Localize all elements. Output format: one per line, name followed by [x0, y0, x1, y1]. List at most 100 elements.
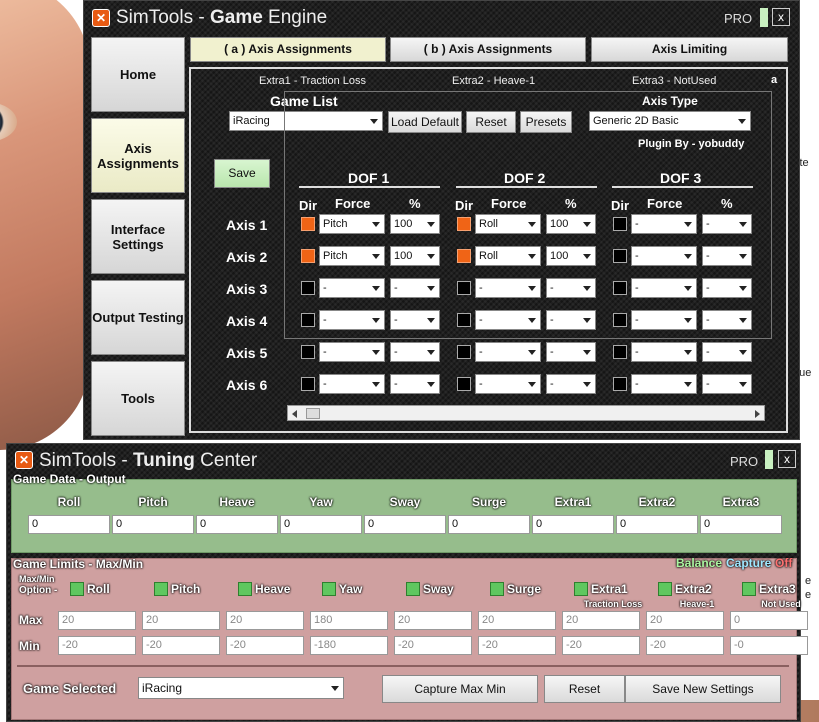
force-select[interactable]: -: [319, 278, 385, 298]
max-field[interactable]: 20: [58, 611, 136, 630]
dir-checkbox[interactable]: [457, 313, 471, 327]
dir-checkbox[interactable]: [301, 313, 315, 327]
max-field[interactable]: 0: [730, 611, 808, 630]
output-value-field[interactable]: 0: [112, 515, 194, 534]
output-value-field[interactable]: 0: [616, 515, 698, 534]
force-select[interactable]: -: [319, 310, 385, 330]
force-select[interactable]: -: [631, 310, 697, 330]
percent-select[interactable]: -: [546, 310, 596, 330]
max-field[interactable]: 180: [310, 611, 388, 630]
force-select[interactable]: -: [319, 374, 385, 394]
max-field[interactable]: 20: [394, 611, 472, 630]
force-select[interactable]: -: [631, 278, 697, 298]
arrow-left-icon[interactable]: [292, 410, 297, 418]
option-checkbox[interactable]: [742, 582, 756, 596]
tab-axis-assignments-a[interactable]: ( a ) Axis Assignments: [190, 37, 386, 62]
dir-checkbox[interactable]: [301, 281, 315, 295]
percent-select[interactable]: 100: [390, 246, 440, 266]
force-select[interactable]: Pitch: [319, 246, 385, 266]
percent-select[interactable]: -: [546, 278, 596, 298]
percent-select[interactable]: -: [390, 374, 440, 394]
force-select[interactable]: -: [631, 374, 697, 394]
output-value-field[interactable]: 0: [700, 515, 782, 534]
capture-max-min-button[interactable]: Capture Max Min: [382, 675, 538, 703]
arrow-right-icon[interactable]: [755, 410, 760, 418]
min-field[interactable]: -20: [58, 636, 136, 655]
min-field[interactable]: -0: [730, 636, 808, 655]
dir-checkbox[interactable]: [613, 217, 627, 231]
percent-select[interactable]: -: [390, 310, 440, 330]
percent-select[interactable]: -: [390, 278, 440, 298]
nav-home-button[interactable]: Home: [91, 37, 185, 112]
max-field[interactable]: 20: [562, 611, 640, 630]
output-value-field[interactable]: 0: [280, 515, 362, 534]
dir-checkbox[interactable]: [613, 377, 627, 391]
min-field[interactable]: -20: [646, 636, 724, 655]
force-select[interactable]: Pitch: [319, 214, 385, 234]
scroll-thumb[interactable]: [306, 408, 320, 419]
dir-checkbox[interactable]: [613, 281, 627, 295]
min-field[interactable]: -20: [562, 636, 640, 655]
percent-select[interactable]: -: [546, 374, 596, 394]
max-field[interactable]: 20: [142, 611, 220, 630]
output-value-field[interactable]: 0: [196, 515, 278, 534]
min-field[interactable]: -20: [142, 636, 220, 655]
max-field[interactable]: 20: [478, 611, 556, 630]
min-field[interactable]: -180: [310, 636, 388, 655]
off-label[interactable]: Off: [775, 556, 792, 570]
percent-select[interactable]: -: [702, 214, 752, 234]
tab-axis-assignments-b[interactable]: ( b ) Axis Assignments: [390, 37, 586, 62]
horizontal-scrollbar[interactable]: [287, 405, 765, 421]
output-value-field[interactable]: 0: [364, 515, 446, 534]
percent-select[interactable]: -: [702, 310, 752, 330]
dir-checkbox[interactable]: [457, 345, 471, 359]
save-new-settings-button[interactable]: Save New Settings: [625, 675, 781, 703]
dir-checkbox[interactable]: [613, 313, 627, 327]
dir-checkbox[interactable]: [457, 281, 471, 295]
capture-label[interactable]: Capture: [726, 556, 771, 570]
min-field[interactable]: -20: [226, 636, 304, 655]
percent-select[interactable]: -: [702, 246, 752, 266]
max-field[interactable]: 20: [226, 611, 304, 630]
percent-select[interactable]: -: [546, 342, 596, 362]
balance-label[interactable]: Balance: [676, 556, 722, 570]
force-select[interactable]: -: [475, 278, 541, 298]
output-value-field[interactable]: 0: [28, 515, 110, 534]
game-selected-select[interactable]: iRacing: [138, 677, 344, 699]
option-checkbox[interactable]: [238, 582, 252, 596]
dir-checkbox[interactable]: [301, 377, 315, 391]
tab-axis-limiting[interactable]: Axis Limiting: [591, 37, 788, 62]
output-value-field[interactable]: 0: [448, 515, 530, 534]
percent-select[interactable]: 100: [546, 214, 596, 234]
option-checkbox[interactable]: [322, 582, 336, 596]
option-checkbox[interactable]: [154, 582, 168, 596]
dir-checkbox[interactable]: [613, 345, 627, 359]
nav-interface-settings-button[interactable]: Interface Settings: [91, 199, 185, 274]
force-select[interactable]: Roll: [475, 214, 541, 234]
force-select[interactable]: -: [475, 310, 541, 330]
max-field[interactable]: 20: [646, 611, 724, 630]
min-field[interactable]: -20: [478, 636, 556, 655]
force-select[interactable]: Roll: [475, 246, 541, 266]
dir-checkbox[interactable]: [457, 217, 471, 231]
percent-select[interactable]: 100: [546, 246, 596, 266]
dir-checkbox[interactable]: [301, 217, 315, 231]
dir-checkbox[interactable]: [613, 249, 627, 263]
output-value-field[interactable]: 0: [532, 515, 614, 534]
dir-checkbox[interactable]: [301, 249, 315, 263]
dir-checkbox[interactable]: [301, 345, 315, 359]
save-button[interactable]: Save: [214, 159, 270, 188]
force-select[interactable]: -: [319, 342, 385, 362]
percent-select[interactable]: -: [702, 278, 752, 298]
title-bar[interactable]: ✕ SimTools - Game Engine PRO x: [84, 1, 799, 35]
percent-select[interactable]: -: [702, 342, 752, 362]
close-button[interactable]: x: [772, 8, 790, 26]
force-select[interactable]: -: [631, 214, 697, 234]
force-select[interactable]: -: [475, 342, 541, 362]
close-button[interactable]: x: [778, 450, 796, 468]
percent-select[interactable]: 100: [390, 214, 440, 234]
nav-axis-assignments-button[interactable]: Axis Assignments: [91, 118, 185, 193]
option-checkbox[interactable]: [574, 582, 588, 596]
percent-select[interactable]: -: [390, 342, 440, 362]
dir-checkbox[interactable]: [457, 377, 471, 391]
